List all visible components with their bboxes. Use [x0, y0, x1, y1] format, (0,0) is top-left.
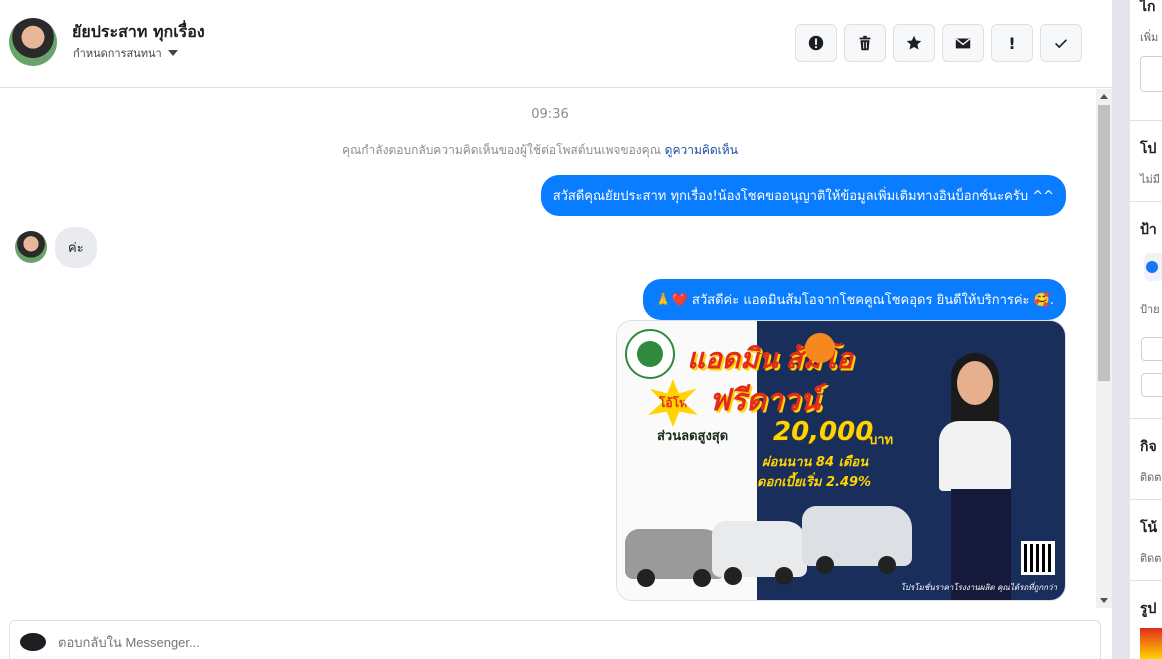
comment-reply-notice: คุณกำลังตอบกลับความคิดเห็นของผู้ใช้ต่อโพ…: [0, 141, 1080, 160]
section-subtitle: ติดต: [1140, 471, 1162, 484]
report-button[interactable]: [795, 24, 837, 62]
section-divider: [1130, 418, 1162, 419]
section-divider: [1130, 580, 1162, 581]
message-scrollbar[interactable]: [1096, 89, 1112, 608]
reply-input[interactable]: [58, 635, 758, 650]
car-pickup-cargo: [802, 506, 912, 574]
media-thumbnail[interactable]: [1140, 628, 1162, 659]
panel-input[interactable]: [1140, 56, 1162, 92]
schedule-label: กำหนดการสนทนา: [73, 47, 162, 60]
section-divider: [1130, 201, 1162, 202]
messenger-app: ยัยประสาท ทุกเรื่อง กำหนดการสนทนา ! 09:3…: [0, 0, 1162, 659]
exclamation-circle-icon: [808, 35, 824, 51]
car-sedan: [625, 529, 725, 587]
conversation-header: ยัยประสาท ทุกเรื่อง กำหนดการสนทนา !: [0, 0, 1112, 88]
outgoing-message[interactable]: 🙏❤️ สวัสดีค่ะ แอดมินส้มโอจากโชคคูณโชคอุด…: [643, 279, 1066, 320]
discount-amount: 20,000: [773, 417, 874, 447]
exclamation-icon: !: [1008, 33, 1016, 53]
done-button[interactable]: [1040, 24, 1082, 62]
check-icon: [1055, 39, 1067, 49]
mail-button[interactable]: [942, 24, 984, 62]
presenter-face: [957, 361, 993, 405]
envelope-icon: [955, 38, 971, 49]
reply-composer[interactable]: [9, 620, 1101, 659]
section-title: โป: [1140, 141, 1157, 157]
scroll-up-arrow-icon[interactable]: [1100, 94, 1108, 99]
scrollbar-thumb[interactable]: [1098, 105, 1110, 381]
important-button[interactable]: !: [991, 24, 1033, 62]
add-label-button[interactable]: [1144, 253, 1162, 281]
section-subtitle: ไม่มี: [1140, 173, 1161, 186]
promo-footer: โปรโมชั่นราคาโรงงานผลิต คุณได้รถที่ถูกกว…: [900, 583, 1057, 592]
message-list[interactable]: 09:36 คุณกำลังตอบกลับความคิดเห็นของผู้ใช…: [0, 89, 1096, 609]
delete-button[interactable]: [844, 24, 886, 62]
outgoing-message[interactable]: สวัสดีคุณยัยประสาท ทุกเรื่อง!น้องโชคขออน…: [540, 175, 1066, 216]
header-actions: !: [795, 24, 1082, 62]
dealer-logo: [625, 329, 675, 379]
caret-down-icon: [167, 50, 178, 56]
section-title: รูป: [1140, 601, 1157, 617]
section-title: กิจ: [1140, 439, 1157, 455]
contact-name[interactable]: ยัยประสาท ทุกเรื่อง: [72, 20, 205, 45]
section-divider: [1130, 120, 1162, 121]
message-timestamp: 09:36: [531, 107, 569, 122]
presenter-figure: [917, 341, 1037, 600]
installment-text: ผ่อนนาน 84 เดือน: [762, 455, 869, 470]
conversation-schedule-dropdown[interactable]: กำหนดการสนทนา: [73, 44, 178, 62]
view-comment-link[interactable]: ดูความคิดเห็น: [665, 143, 738, 157]
qr-code: [1021, 541, 1055, 575]
car-pickup-white: [712, 521, 807, 585]
star-button[interactable]: [893, 24, 935, 62]
trash-icon: [859, 35, 871, 51]
contact-avatar[interactable]: [9, 18, 57, 66]
orange-fruit-icon: [805, 333, 835, 363]
star-icon: [906, 35, 922, 50]
notice-text: คุณกำลังตอบกลับความคิดเห็นของผู้ใช้ต่อโพ…: [342, 143, 661, 157]
contact-avatar-small[interactable]: [15, 231, 47, 263]
burst-text: โอ้โห: [658, 395, 687, 410]
label-checkbox[interactable]: [1141, 337, 1162, 361]
section-subtitle: เพิ่ม: [1140, 31, 1159, 44]
interest-text: ดอกเบี้ยเริ่ม 2.49%: [757, 475, 872, 490]
presenter-shirt: [939, 421, 1011, 491]
section-subtitle: ป้าย: [1140, 303, 1160, 316]
currency-label: บาท: [869, 433, 894, 448]
incoming-message[interactable]: ค่ะ: [55, 227, 97, 268]
contact-details-panel: ไก เพิ่ม โป ไม่มี ป้า ป้าย กิจ ติดต โน้ …: [1130, 0, 1162, 659]
page-avatar: [20, 633, 46, 651]
section-subtitle: ติดต: [1140, 552, 1162, 565]
section-title: ป้า: [1140, 222, 1157, 238]
section-title: โน้: [1140, 520, 1158, 536]
discount-label: ส่วนลดสูงสุด: [657, 429, 729, 444]
panel-divider: [1112, 0, 1130, 659]
promo-image-attachment[interactable]: แอดมิน ส้มโอ โอ้โห ฟรีดาวน์ ส่วนลดสูงสุด…: [616, 320, 1066, 601]
section-divider: [1130, 499, 1162, 500]
label-checkbox[interactable]: [1141, 373, 1162, 397]
scroll-down-arrow-icon[interactable]: [1100, 598, 1108, 603]
section-title: ไก: [1140, 0, 1156, 15]
